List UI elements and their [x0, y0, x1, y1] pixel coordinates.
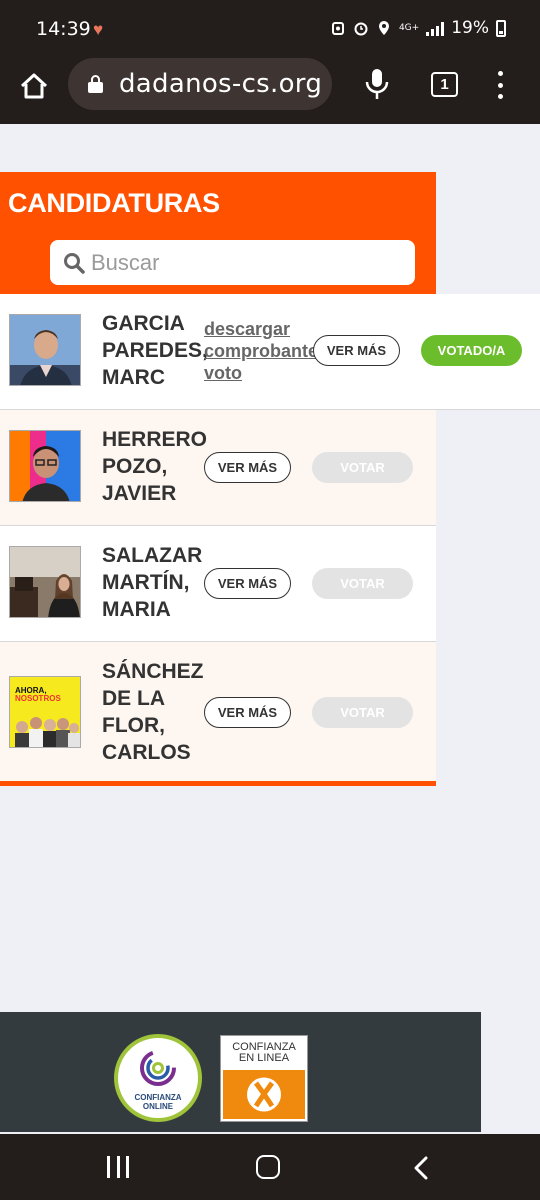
status-icons: 4G+ 19%	[330, 18, 506, 38]
voted-button[interactable]: VOTADO/A	[421, 335, 522, 366]
confianza-en-linea-badge[interactable]: CONFIANZA EN LINEA	[220, 1035, 308, 1122]
candidate-row: HERRERO POZO, JAVIER VER MÁS VOTAR	[0, 410, 436, 526]
trust-badge-title: CONFIANZA EN LINEA	[232, 1041, 296, 1064]
ver-mas-button[interactable]: VER MÁS	[204, 568, 291, 599]
trust-badge-logo	[223, 1070, 305, 1119]
signal-icon	[426, 21, 445, 36]
alarm-icon	[354, 22, 368, 36]
footer: CONFIANZA ONLINE CONFIANZA EN LINEA	[0, 1012, 481, 1132]
vote-button[interactable]: VOTAR	[312, 568, 413, 599]
vote-button[interactable]: VOTAR	[312, 452, 413, 483]
candidate-name: SÁNCHEZ DE LA FLOR, CARLOS	[102, 660, 204, 764]
recent-apps-icon[interactable]	[107, 1156, 129, 1178]
candidate-name: GARCIA PAREDES, MARC	[102, 312, 208, 389]
nav-home-icon[interactable]	[256, 1155, 280, 1179]
mic-icon[interactable]	[364, 67, 390, 101]
candidate-row: SALAZAR MARTÍN, MARIA VER MÁS VOTAR	[0, 526, 436, 642]
home-icon[interactable]	[18, 70, 50, 102]
battery-icon	[496, 19, 506, 37]
candidate-row: AHORA, NOSOTROS SÁNCHEZ DE LA FLOR, CARL…	[0, 642, 436, 786]
location-icon	[378, 21, 389, 35]
candidate-photo: AHORA, NOSOTROS	[9, 676, 81, 748]
battery-percent: 19%	[451, 18, 489, 38]
candidaturas-header: CANDIDATURAS	[0, 172, 436, 294]
search-box[interactable]	[50, 240, 415, 285]
back-icon[interactable]	[411, 1156, 433, 1180]
tabs-icon[interactable]: 1	[431, 72, 458, 97]
ver-mas-button[interactable]: VER MÁS	[204, 452, 291, 483]
trust-logo-icon	[247, 1077, 281, 1112]
vote-button[interactable]: VOTAR	[312, 697, 413, 728]
candidate-list: GARCIA PAREDES, MARC descargar comproban…	[0, 294, 540, 786]
confianza-online-seal[interactable]: CONFIANZA ONLINE	[114, 1034, 202, 1122]
url-bar[interactable]: dadanos-cs.org	[68, 58, 332, 110]
recycle-icon	[331, 22, 344, 35]
more-vert-icon[interactable]	[496, 71, 504, 99]
candidate-name: HERRERO POZO, JAVIER	[102, 428, 208, 505]
candidate-photo	[9, 546, 81, 618]
candidate-row: GARCIA PAREDES, MARC descargar comproban…	[0, 294, 540, 410]
status-time: 14:39	[36, 18, 91, 40]
page-title: CANDIDATURAS	[8, 188, 220, 218]
download-receipt-link[interactable]: descargar comprobante voto	[204, 318, 318, 384]
heart-rate-icon: ♥	[93, 20, 104, 39]
network-type: 4G+	[398, 22, 420, 33]
url-text: dadanos-cs.org	[119, 69, 323, 99]
candidate-name: SALAZAR MARTÍN, MARIA	[102, 544, 203, 621]
system-nav-bar	[0, 1134, 540, 1200]
lock-icon	[88, 75, 103, 93]
status-bar: 14:39 ♥ 4G+ 19%	[0, 0, 540, 58]
search-input[interactable]	[91, 249, 391, 276]
ver-mas-button[interactable]: VER MÁS	[313, 335, 400, 366]
candidate-photo	[9, 314, 81, 386]
seal-text: CONFIANZA ONLINE	[134, 1093, 182, 1111]
browser-toolbar: dadanos-cs.org 1	[0, 58, 540, 124]
candidate-photo	[9, 430, 81, 502]
page-content: CANDIDATURAS GARCIA	[0, 124, 540, 1012]
tab-count: 1	[440, 76, 449, 93]
ver-mas-button[interactable]: VER MÁS	[204, 697, 291, 728]
search-icon	[64, 252, 85, 274]
